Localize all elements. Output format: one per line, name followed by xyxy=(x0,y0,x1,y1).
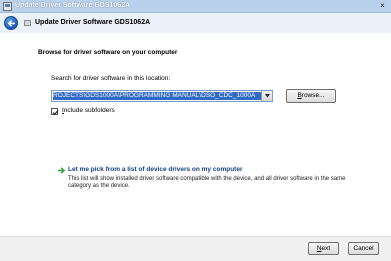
include-subfolders-label: Include subfolders xyxy=(62,107,115,114)
checkbox-box[interactable] xyxy=(51,108,59,116)
back-arrow-icon xyxy=(7,20,15,27)
search-location-label: Search for driver software in this locat… xyxy=(51,75,171,82)
app-icon xyxy=(3,2,12,11)
pick-from-list-description: This list will show installed driver sof… xyxy=(68,176,346,189)
checkmark-icon xyxy=(52,110,59,116)
browse-label: rowse... xyxy=(301,92,325,99)
path-combobox[interactable]: ROJECTS\GDS1000A\PROGRAMMING MANUAL\DSO_… xyxy=(51,90,273,102)
wizard-footer: Next Cancel xyxy=(0,236,391,261)
browse-button[interactable]: Browse... xyxy=(286,89,336,103)
title-bar: Update Driver Software GDS1062A × xyxy=(0,0,391,13)
wizard-title: Update Driver Software GDS1062A xyxy=(35,19,151,26)
pick-from-list-link[interactable]: Let me pick from a list of device driver… xyxy=(68,166,242,173)
window-title: Update Driver Software GDS1062A xyxy=(15,2,131,9)
driver-icon xyxy=(24,20,31,26)
include-label-text: nclude subfolders xyxy=(63,107,115,114)
dropdown-arrow-icon xyxy=(265,94,270,98)
cancel-button[interactable]: Cancel xyxy=(348,242,379,255)
close-icon[interactable]: × xyxy=(377,1,388,11)
green-arrow-icon xyxy=(58,167,66,176)
page-heading: Browse for driver software on your compu… xyxy=(38,49,178,56)
next-button[interactable]: Next xyxy=(308,242,339,255)
next-label: ext xyxy=(321,245,331,252)
back-button[interactable] xyxy=(4,16,18,30)
wizard-content: Browse for driver software on your compu… xyxy=(0,33,391,236)
wizard-header: Update Driver Software GDS1062A xyxy=(0,13,391,33)
path-dropdown-button[interactable] xyxy=(261,91,272,101)
path-input[interactable]: ROJECTS\GDS1000A\PROGRAMMING MANUAL\DSO_… xyxy=(53,92,261,100)
